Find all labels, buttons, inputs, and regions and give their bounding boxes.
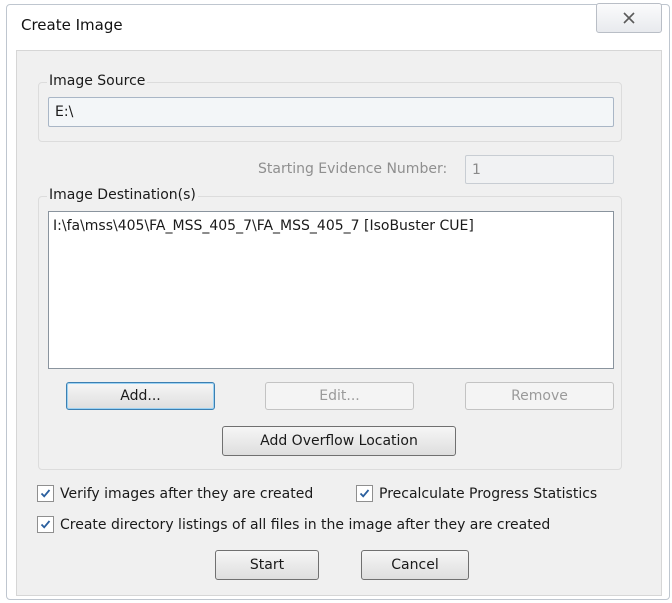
dialog-title: Create Image (21, 16, 123, 34)
verify-option[interactable]: Verify images after they are created (37, 485, 313, 502)
image-destination-label: Image Destination(s) (47, 187, 198, 203)
directory-listings-checkbox[interactable] (37, 516, 54, 533)
precalculate-label: Precalculate Progress Statistics (379, 485, 598, 502)
checkmark-icon (359, 489, 370, 498)
checkmark-icon (40, 489, 51, 498)
checkmark-icon (40, 520, 51, 529)
add-button[interactable]: Add... (66, 382, 215, 410)
verify-label: Verify images after they are created (60, 485, 314, 502)
directory-listings-option[interactable]: Create directory listings of all files i… (37, 516, 550, 533)
precalculate-checkbox[interactable] (356, 485, 373, 502)
remove-button[interactable]: Remove (465, 382, 614, 410)
edit-button[interactable]: Edit... (265, 382, 414, 410)
add-overflow-location-button[interactable]: Add Overflow Location (222, 426, 456, 456)
directory-listings-label: Create directory listings of all files i… (60, 516, 551, 533)
close-button[interactable] (596, 3, 662, 33)
destination-list-item[interactable]: I:\fa\mss\405\FA_MSS_405_7\FA_MSS_405_7 … (53, 218, 609, 234)
image-source-label: Image Source (47, 73, 148, 89)
image-source-field[interactable]: E:\ (48, 97, 614, 127)
starting-evidence-label: Starting Evidence Number: (258, 161, 448, 177)
verify-checkbox[interactable] (37, 485, 54, 502)
start-button[interactable]: Start (215, 550, 319, 580)
destination-listbox[interactable]: I:\fa\mss\405\FA_MSS_405_7\FA_MSS_405_7 … (48, 211, 614, 369)
starting-evidence-field: 1 (465, 155, 614, 184)
close-icon (623, 12, 635, 24)
precalculate-option[interactable]: Precalculate Progress Statistics (356, 485, 597, 502)
cancel-button[interactable]: Cancel (361, 550, 469, 580)
